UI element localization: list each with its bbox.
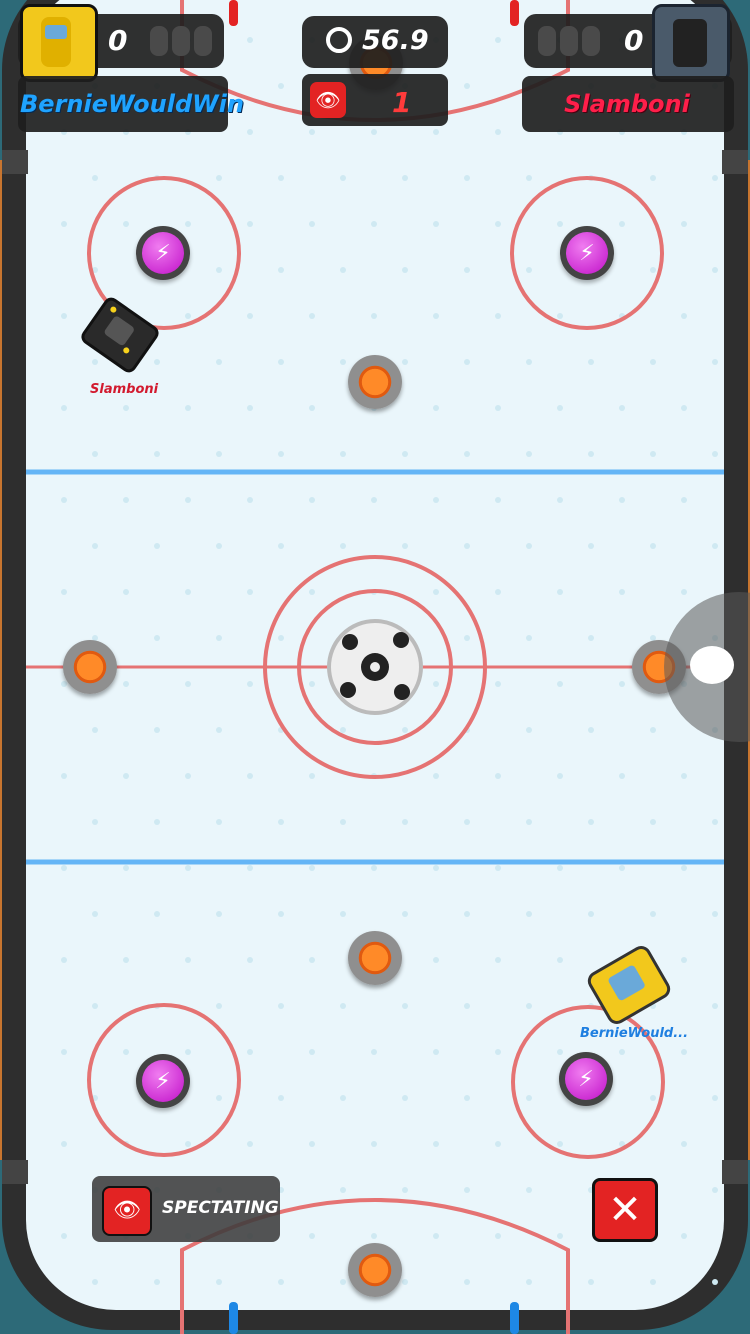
- left-score: 0: [108, 24, 128, 57]
- right-goal-pip: [538, 26, 556, 56]
- lightning-icon: ⚡: [142, 232, 184, 274]
- wall-bracket: [2, 1160, 28, 1184]
- goal-post-top-right: [510, 0, 519, 26]
- spectator-count: 1: [392, 86, 412, 119]
- left-goal-pip: [194, 26, 212, 56]
- lightning-icon: ⚡: [142, 1060, 184, 1102]
- bumper-pad: [348, 1243, 402, 1297]
- left-player-avatar: [20, 4, 98, 82]
- left-goal-pip: [150, 26, 168, 56]
- timer-value: 56.9: [362, 25, 429, 56]
- close-icon: ✕: [608, 1187, 642, 1233]
- stopwatch-icon: [326, 27, 352, 53]
- game-stage: /* placeholder */: [0, 0, 750, 1334]
- goal-post-top-left: [229, 0, 238, 26]
- right-goal-pip: [560, 26, 578, 56]
- boost-pad: ⚡: [560, 226, 614, 280]
- right-player-name: Slamboni: [564, 90, 690, 118]
- spectating-badge: 👁 SPECTATING: [92, 1176, 280, 1242]
- left-goal-pip: [172, 26, 190, 56]
- wall-bracket: [722, 150, 748, 174]
- close-button[interactable]: ✕: [592, 1178, 658, 1242]
- boost-pad: ⚡: [136, 1054, 190, 1108]
- eye-icon: 👁: [102, 1186, 152, 1236]
- car-label-bernie: BernieWould...: [580, 1026, 689, 1041]
- bumper-pad: [63, 640, 117, 694]
- wall-bracket: [722, 1160, 748, 1184]
- goal-post-bottom-right: [510, 1302, 519, 1334]
- car-label-slamboni: Slamboni: [90, 382, 159, 397]
- spectating-label: SPECTATING: [162, 1198, 279, 1218]
- lightning-icon: ⚡: [566, 232, 608, 274]
- goal-post-bottom-left: [229, 1302, 238, 1334]
- boost-pad: ⚡: [559, 1052, 613, 1106]
- bumper-pad: [348, 931, 402, 985]
- bumper-pad: [348, 355, 402, 409]
- right-goal-pip: [582, 26, 600, 56]
- lightning-icon: ⚡: [565, 1058, 607, 1100]
- boost-pad: ⚡: [136, 226, 190, 280]
- eye-icon: 👁: [310, 82, 346, 118]
- right-player-avatar: [652, 4, 730, 82]
- wall-bracket: [2, 150, 28, 174]
- right-score: 0: [624, 24, 644, 57]
- chat-bubble-icon: [690, 646, 734, 684]
- ball: [327, 619, 423, 715]
- left-player-name: BernieWouldWin: [20, 90, 244, 118]
